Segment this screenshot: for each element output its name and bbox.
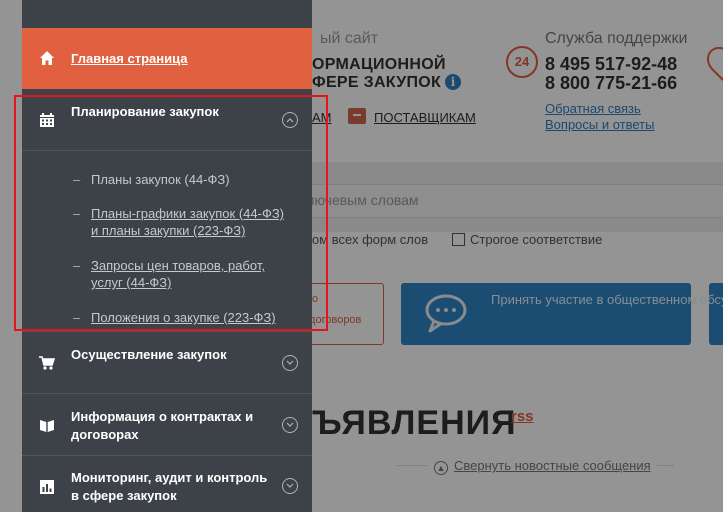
sidebar-item-contracts[interactable]: Информация о контрактах и договорах [22,394,312,455]
chevron-down-icon[interactable] [282,355,298,371]
chevron-down-icon[interactable] [282,478,298,494]
highlight-annotation [14,95,328,331]
sidebar-item-execution[interactable]: Осуществление закупок [22,332,312,393]
sidebar-item-contracts-label: Информация о контрактах и договорах [71,409,254,442]
sidebar-item-execution-label: Осуществление закупок [71,347,227,362]
sidebar-item-home[interactable]: Главная страница [22,28,312,89]
home-icon [40,51,54,65]
sidebar-item-monitoring[interactable]: Мониторинг, аудит и контроль в сфере зак… [22,456,312,512]
chart-icon [40,480,54,494]
sidebar-item-home-label: Главная страница [71,51,188,66]
book-icon [40,420,54,432]
chevron-down-icon[interactable] [282,417,298,433]
cart-icon [39,356,55,370]
sidebar-item-monitoring-label: Мониторинг, аудит и контроль в сфере зак… [71,470,268,503]
sidebar-top [22,0,312,28]
